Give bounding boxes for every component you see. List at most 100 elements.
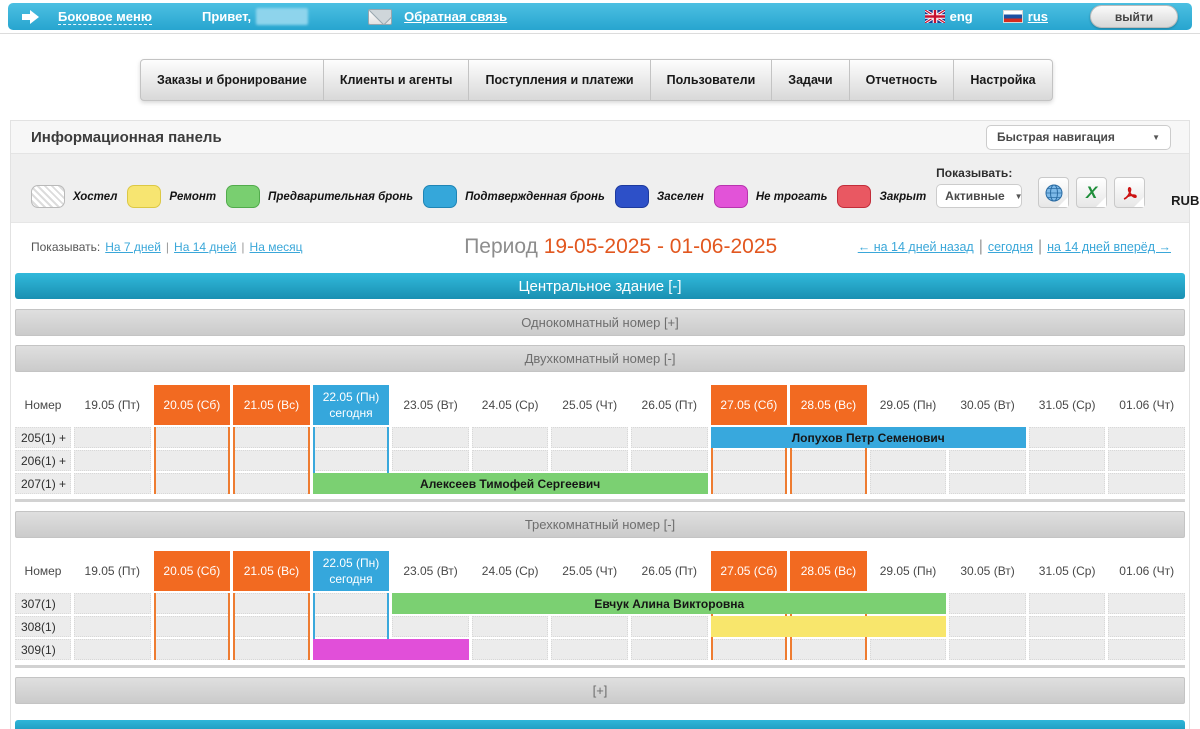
day-cell[interactable] [74, 473, 151, 494]
day-cell[interactable] [790, 450, 867, 471]
range-link-1[interactable]: На 7 дней [105, 240, 161, 254]
day-cell[interactable] [631, 639, 708, 660]
day-cell[interactable] [233, 450, 310, 471]
show-filter-select[interactable]: Активные ▼ [936, 184, 1022, 208]
day-cell[interactable] [949, 473, 1026, 494]
day-cell[interactable] [154, 427, 231, 448]
day-cell[interactable] [313, 450, 390, 471]
day-cell[interactable] [1108, 616, 1185, 637]
day-cell[interactable] [949, 593, 1026, 614]
day-cell[interactable] [551, 427, 628, 448]
day-cell[interactable] [74, 427, 151, 448]
room-label[interactable]: 308(1) [15, 616, 71, 637]
booking-bar[interactable] [711, 616, 947, 637]
nav-tab-5[interactable]: Задачи [772, 59, 849, 101]
room-label[interactable]: 207(1) + [15, 473, 71, 494]
day-cell[interactable] [949, 450, 1026, 471]
globe-export-icon[interactable] [1038, 177, 1069, 208]
day-cell[interactable] [392, 616, 469, 637]
day-cell[interactable] [392, 450, 469, 471]
day-cell[interactable] [74, 639, 151, 660]
day-cell[interactable] [233, 593, 310, 614]
day-cell[interactable] [472, 450, 549, 471]
day-cell[interactable] [711, 473, 788, 494]
day-cell[interactable] [1029, 427, 1106, 448]
day-cell[interactable] [790, 639, 867, 660]
period-nav-link-3[interactable]: на 14 дней вперёд → [1047, 240, 1171, 254]
quick-nav-select[interactable]: Быстрая навигация ▼ [986, 125, 1171, 150]
booking-bar[interactable] [313, 639, 469, 660]
day-cell[interactable] [949, 616, 1026, 637]
day-cell[interactable] [1029, 473, 1106, 494]
day-cell[interactable] [233, 616, 310, 637]
day-cell[interactable] [1108, 427, 1185, 448]
day-cell[interactable] [1108, 473, 1185, 494]
room-label[interactable]: 309(1) [15, 639, 71, 660]
day-cell[interactable] [631, 616, 708, 637]
day-cell[interactable] [154, 593, 231, 614]
day-cell[interactable] [233, 427, 310, 448]
day-cell[interactable] [949, 639, 1026, 660]
day-cell[interactable] [74, 616, 151, 637]
day-cell[interactable] [1108, 593, 1185, 614]
pdf-export-icon[interactable] [1114, 177, 1145, 208]
day-cell[interactable] [472, 616, 549, 637]
day-cell[interactable] [870, 473, 947, 494]
nav-tab-3[interactable]: Поступления и платежи [469, 59, 650, 101]
day-cell[interactable] [1029, 639, 1106, 660]
day-cell[interactable] [392, 427, 469, 448]
day-cell[interactable] [711, 639, 788, 660]
day-cell[interactable] [233, 639, 310, 660]
side-menu-link[interactable]: Боковое меню [58, 9, 152, 25]
day-cell[interactable] [870, 450, 947, 471]
range-link-3[interactable]: На месяц [250, 240, 303, 254]
day-cell[interactable] [1029, 616, 1106, 637]
room-type-bar[interactable]: Однокомнатный номер [+] [15, 309, 1185, 336]
day-cell[interactable] [154, 639, 231, 660]
day-cell[interactable] [1108, 450, 1185, 471]
day-cell[interactable] [551, 450, 628, 471]
room-label[interactable]: 205(1) + [15, 427, 71, 448]
day-cell[interactable] [74, 450, 151, 471]
room-label[interactable]: 307(1) [15, 593, 71, 614]
day-cell[interactable] [1029, 593, 1106, 614]
nav-tab-2[interactable]: Клиенты и агенты [324, 59, 470, 101]
room-type-bar[interactable]: Двухкомнатный номер [-] [15, 345, 1185, 372]
next-building-bar-edge[interactable] [15, 720, 1185, 729]
nav-tab-1[interactable]: Заказы и бронирование [140, 59, 324, 101]
day-cell[interactable] [790, 473, 867, 494]
room-label[interactable]: 206(1) + [15, 450, 71, 471]
day-cell[interactable] [154, 616, 231, 637]
day-cell[interactable] [313, 427, 390, 448]
day-cell[interactable] [74, 593, 151, 614]
day-cell[interactable] [631, 427, 708, 448]
day-cell[interactable] [711, 450, 788, 471]
day-cell[interactable] [551, 616, 628, 637]
building-bar[interactable]: Центральное здание [-] [15, 273, 1185, 299]
nav-tab-4[interactable]: Пользователи [651, 59, 773, 101]
booking-bar[interactable]: Алексеев Тимофей Сергеевич [313, 473, 708, 494]
day-cell[interactable] [233, 473, 310, 494]
room-type-bar[interactable]: Трехкомнатный номер [-] [15, 511, 1185, 538]
day-cell[interactable] [313, 616, 390, 637]
day-cell[interactable] [551, 639, 628, 660]
booking-bar[interactable]: Лопухов Петр Семенович [711, 427, 1026, 448]
day-cell[interactable] [154, 473, 231, 494]
range-link-2[interactable]: На 14 дней [174, 240, 236, 254]
logout-button[interactable]: выйти [1090, 5, 1178, 28]
nav-tab-6[interactable]: Отчетность [850, 59, 955, 101]
booking-bar[interactable]: Евчук Алина Викторовна [392, 593, 946, 614]
day-cell[interactable] [472, 427, 549, 448]
day-cell[interactable] [154, 450, 231, 471]
period-nav-link-2[interactable]: сегодня [988, 240, 1033, 254]
day-cell[interactable] [313, 593, 390, 614]
lang-eng[interactable]: eng [925, 9, 973, 24]
excel-export-icon[interactable]: X [1076, 177, 1107, 208]
period-nav-link-1[interactable]: ← на 14 дней назад [858, 240, 974, 254]
day-cell[interactable] [870, 639, 947, 660]
day-cell[interactable] [1108, 639, 1185, 660]
day-cell[interactable] [472, 639, 549, 660]
day-cell[interactable] [1029, 450, 1106, 471]
day-cell[interactable] [631, 450, 708, 471]
nav-tab-7[interactable]: Настройка [954, 59, 1052, 101]
